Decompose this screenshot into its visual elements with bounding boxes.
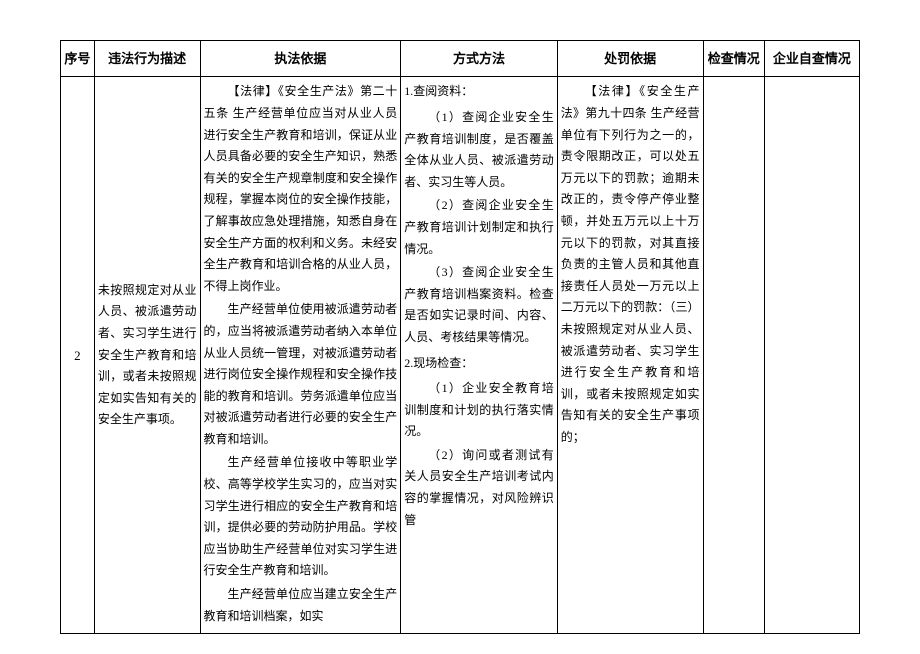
method-m5: （2）询问或者测试有关人员安全生产培训考试内容的掌握情况，对风险辨识管 [404, 445, 553, 531]
header-method: 方式方法 [401, 41, 557, 77]
header-basis: 执法依据 [200, 41, 401, 77]
document-page: 序号 违法行为描述 执法依据 方式方法 处罚依据 检查情况 企业自查情况 2 未… [0, 0, 920, 654]
cell-check [703, 77, 764, 634]
basis-p2: 生产经营单位使用被派遣劳动者的，应当将被派遣劳动者纳入本单位从业人员统一管理，对… [204, 299, 398, 450]
cell-penalty: 【法律】《安全生产法》第九十四条 生产经营单位有下列行为之一的，责令限期改正，可… [557, 77, 703, 634]
method-m1: （1）查阅企业安全生产教育培训制度，是否覆盖全体从业人员、被派遣劳动者、实习生等… [404, 107, 553, 193]
method-m3: （3）查阅企业安全生产教育培训档案资料。检查是否如实记录时间、内容、人员、考核结… [404, 262, 553, 348]
cell-self [764, 77, 859, 634]
method-h1: 1.查阅资料： [404, 81, 553, 103]
header-penalty: 处罚依据 [557, 41, 703, 77]
cell-seq: 2 [61, 77, 95, 634]
penalty-p1: 【法律】《安全生产法》第九十四条 生产经营单位有下列行为之一的，责令限期改正，可… [561, 81, 700, 448]
basis-p3: 生产经营单位接收中等职业学校、高等学校学生实习的，应当对实习学生进行相应的安全生… [204, 452, 398, 582]
header-row: 序号 违法行为描述 执法依据 方式方法 处罚依据 检查情况 企业自查情况 [61, 41, 860, 77]
enforcement-table: 序号 违法行为描述 执法依据 方式方法 处罚依据 检查情况 企业自查情况 2 未… [60, 40, 860, 634]
basis-p4: 生产经营单位应当建立安全生产教育和培训档案，如实 [204, 584, 398, 627]
cell-method: 1.查阅资料： （1）查阅企业安全生产教育培训制度，是否覆盖全体从业人员、被派遣… [401, 77, 557, 634]
header-seq: 序号 [61, 41, 95, 77]
header-desc: 违法行为描述 [94, 41, 200, 77]
method-h2: 2.现场检查： [404, 353, 553, 375]
method-m2: （2）查阅企业安全生产教育培训计划制定和执行情况。 [404, 195, 553, 260]
cell-desc: 未按照规定对从业人员、被派遣劳动者、实习学生进行安全生产教育和培训，或者未按照规… [94, 77, 200, 634]
header-self: 企业自查情况 [764, 41, 859, 77]
desc-text: 未按照规定对从业人员、被派遣劳动者、实习学生进行安全生产教育和培训，或者未按照规… [98, 280, 197, 431]
basis-p1: 【法律】《安全生产法》第二十五条 生产经营单位应当对从业人员进行安全生产教育和培… [204, 81, 398, 297]
method-m4: （1）企业安全教育培训制度和计划的执行落实情况。 [404, 378, 553, 443]
cell-basis: 【法律】《安全生产法》第二十五条 生产经营单位应当对从业人员进行安全生产教育和培… [200, 77, 401, 634]
header-check: 检查情况 [703, 41, 764, 77]
table-row: 2 未按照规定对从业人员、被派遣劳动者、实习学生进行安全生产教育和培训，或者未按… [61, 77, 860, 634]
